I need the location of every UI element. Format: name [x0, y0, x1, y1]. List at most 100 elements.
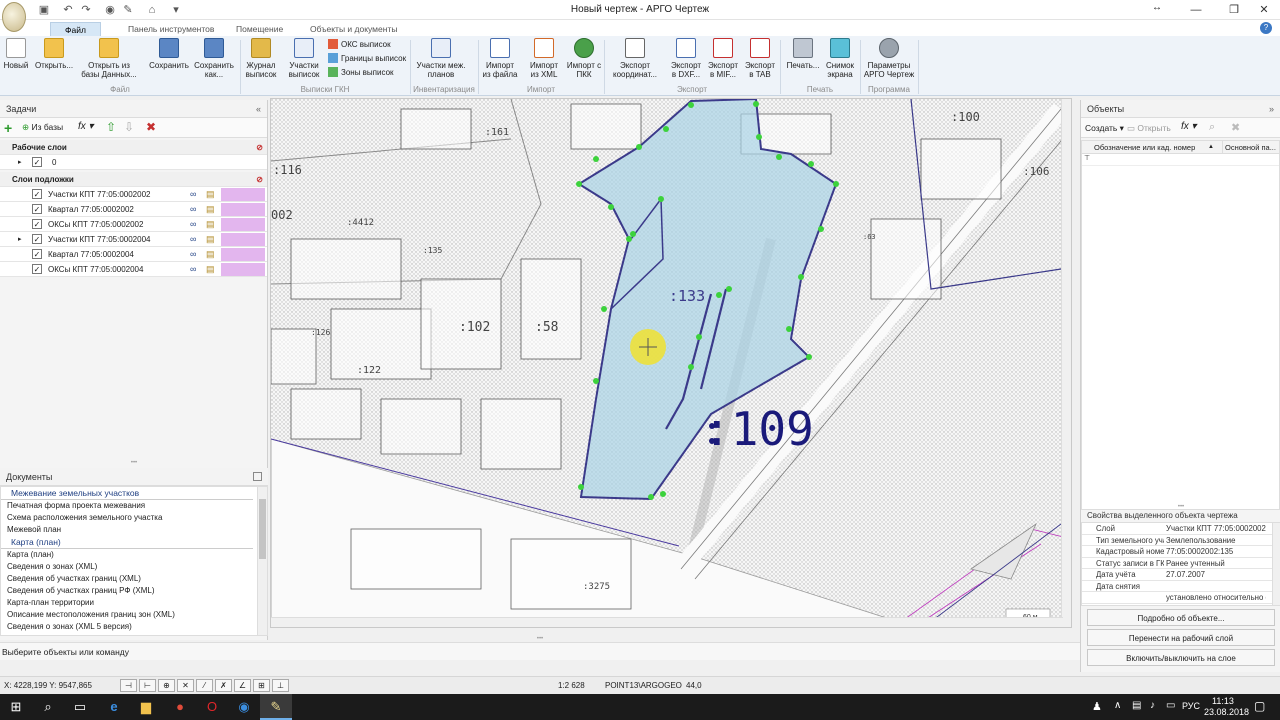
import-file-button[interactable]: Импорт из файла: [482, 38, 518, 79]
layer-row[interactable]: ✓ ОКСы КПТ 77:05:0002004 ∞ ▤: [0, 262, 267, 277]
sort-icon[interactable]: ▲: [1208, 141, 1214, 154]
task-view-icon[interactable]: ▭: [64, 694, 96, 720]
tab-objects-docs[interactable]: Объекты и документы: [310, 22, 397, 36]
layer-row[interactable]: ✓ Квартал 77:05:0002002 ∞ ▤: [0, 202, 267, 217]
snap-intersect-icon[interactable]: ✗: [215, 679, 232, 692]
binoculars-icon[interactable]: ∞: [190, 217, 196, 232]
from-db-button[interactable]: ⊕ Из базы: [22, 122, 63, 133]
snap-center-icon[interactable]: ⊕: [158, 679, 175, 692]
journal-button[interactable]: Журнал выписок: [243, 38, 279, 79]
open-db-button[interactable]: Открыть из базы Данных...: [80, 38, 138, 79]
document-item[interactable]: Карта (план): [1, 549, 267, 561]
parcels-button[interactable]: Участки выписок: [286, 38, 322, 79]
details-button[interactable]: Подробно об объекте...: [1087, 609, 1275, 626]
col-designation[interactable]: Обозначение или кад. номер: [1094, 141, 1195, 154]
layer-style-icon[interactable]: ▤: [206, 217, 215, 232]
move-down-icon[interactable]: ⇩: [124, 120, 134, 134]
close-button[interactable]: ✕: [1244, 0, 1280, 20]
filter-row[interactable]: ⊤: [1082, 154, 1279, 166]
snap-endpoint-icon[interactable]: ⊣: [120, 679, 137, 692]
export-dxf-button[interactable]: Экспорт в DXF...: [668, 38, 704, 79]
property-row[interactable]: Тип земельного уча Землепользование: [1082, 534, 1280, 546]
layer-style-icon[interactable]: ▤: [206, 262, 215, 277]
layer-checkbox[interactable]: ✓: [32, 249, 42, 259]
property-row[interactable]: Дата снятия: [1082, 580, 1280, 592]
tray-up-icon[interactable]: ∧: [1114, 700, 1121, 711]
import-pkk-button[interactable]: Импорт с ПКК: [566, 38, 602, 79]
layer-checkbox[interactable]: ✓: [32, 189, 42, 199]
document-item[interactable]: Карта-план территории: [1, 597, 267, 609]
open-button[interactable]: Открыть...: [32, 38, 76, 70]
binoculars-icon[interactable]: ∞: [190, 232, 196, 247]
tab-toolbar[interactable]: Панель инструментов: [128, 22, 214, 36]
command-line[interactable]: Выберите объекты или команду: [0, 642, 1080, 660]
layer-checkbox[interactable]: ✓: [32, 204, 42, 214]
tab-room[interactable]: Помещение: [236, 22, 283, 36]
edge-icon[interactable]: e: [98, 694, 130, 720]
help-icon[interactable]: ?: [1260, 22, 1272, 34]
save-button[interactable]: Сохранить: [148, 38, 190, 70]
layer-checkbox[interactable]: ✓: [32, 157, 42, 167]
working-layers-header[interactable]: Рабочие слои ⊘: [0, 140, 267, 155]
document-item[interactable]: Описание местоположения границ зон (XML): [1, 609, 267, 621]
layer-color-swatch[interactable]: [221, 233, 265, 246]
layer-color-swatch[interactable]: [221, 203, 265, 216]
fx-button[interactable]: fx ▾: [1181, 121, 1197, 132]
move-up-icon[interactable]: ⇧: [106, 120, 116, 134]
base-layers-header[interactable]: Слои подложки ⊘: [0, 172, 267, 187]
fx-button[interactable]: fx ▾: [78, 121, 94, 132]
map-drawing[interactable]: :161 :116 002 :4412 :135 :126 :102 :58 :…: [271, 99, 1072, 628]
binoculars-icon[interactable]: ∞: [190, 262, 196, 277]
layer-color-swatch[interactable]: [221, 188, 265, 201]
import-xml-button[interactable]: Импорт из XML: [526, 38, 562, 79]
expand-icon[interactable]: ▸: [18, 155, 22, 170]
panel-splitter[interactable]: •••: [0, 460, 268, 466]
layer-color-swatch[interactable]: [221, 218, 265, 231]
snap-angle-icon[interactable]: ∠: [234, 679, 251, 692]
inter-parcels-button[interactable]: Участки меж. планов: [414, 38, 468, 79]
snap-midpoint-icon[interactable]: ⊢: [139, 679, 156, 692]
delete-object-icon[interactable]: ✖: [1231, 121, 1240, 134]
map-hscrollbar[interactable]: [271, 617, 1063, 627]
search-icon[interactable]: ⌕: [32, 694, 64, 720]
layer-row[interactable]: ✓ Участки КПТ 77:05:0002002 ∞ ▤: [0, 187, 267, 202]
layer-style-icon[interactable]: ▤: [206, 202, 215, 217]
snap-node-icon[interactable]: ✕: [177, 679, 194, 692]
hide-eye-icon[interactable]: ⊘: [256, 172, 263, 187]
map-canvas[interactable]: :161 :116 002 :4412 :135 :126 :102 :58 :…: [270, 98, 1072, 628]
property-row[interactable]: Статус записи в ГК Ранее учтенный: [1082, 557, 1280, 569]
battery-icon[interactable]: ▭: [1166, 700, 1175, 711]
document-item[interactable]: Схема расположения земельного участка: [1, 512, 267, 524]
teamviewer-icon[interactable]: ◉: [228, 694, 260, 720]
language-indicator[interactable]: РУС: [1182, 701, 1200, 711]
save-as-button[interactable]: Сохранить как...: [194, 38, 234, 79]
argo-app-icon[interactable]: ✎: [260, 694, 292, 720]
minimize-button[interactable]: —: [1176, 0, 1216, 20]
scale-readout[interactable]: 1:2 628: [558, 677, 585, 695]
move-to-working-button[interactable]: Перенести на рабочий слой: [1087, 629, 1275, 646]
snap-line-icon[interactable]: ⁄: [196, 679, 213, 692]
chrome-icon[interactable]: ●: [164, 694, 196, 720]
collapse-right-icon[interactable]: »: [1269, 100, 1274, 118]
oks-button[interactable]: ОКС выписок: [328, 38, 391, 52]
document-item[interactable]: Сведения об участках границ РФ (XML): [1, 585, 267, 597]
document-item[interactable]: Сведения об участках границ (XML): [1, 573, 267, 585]
start-icon[interactable]: ⊞: [0, 694, 32, 720]
map-vscrollbar[interactable]: [1061, 99, 1071, 627]
export-mif-button[interactable]: Экспорт в MIF...: [706, 38, 740, 79]
document-item[interactable]: Сведения о зонах (XML): [1, 561, 267, 573]
layer-color-swatch[interactable]: [221, 263, 265, 276]
snap-perp-icon[interactable]: ⊥: [272, 679, 289, 692]
hide-eye-icon[interactable]: ⊘: [256, 140, 263, 155]
layer-row[interactable]: ✓ ОКСы КПТ 77:05:0002002 ∞ ▤: [0, 217, 267, 232]
document-item[interactable]: Сведения о зонах (XML 5 версия): [1, 621, 267, 633]
property-row[interactable]: Слой Участки КПТ 77:05:0002002: [1082, 523, 1280, 535]
snap-grid-icon[interactable]: ⊞: [253, 679, 270, 692]
properties-scrollbar[interactable]: [1272, 523, 1280, 605]
app-logo-icon[interactable]: [2, 2, 26, 32]
col-main[interactable]: Основной па...: [1222, 141, 1276, 154]
clock-time[interactable]: 11:13: [1212, 696, 1234, 706]
export-tab-button[interactable]: Экспорт в TAB: [742, 38, 778, 79]
layer-row[interactable]: ▸ ✓ Участки КПТ 77:05:0002004 ∞ ▤: [0, 232, 267, 247]
snapshot-button[interactable]: Снимок экрана: [824, 38, 856, 79]
